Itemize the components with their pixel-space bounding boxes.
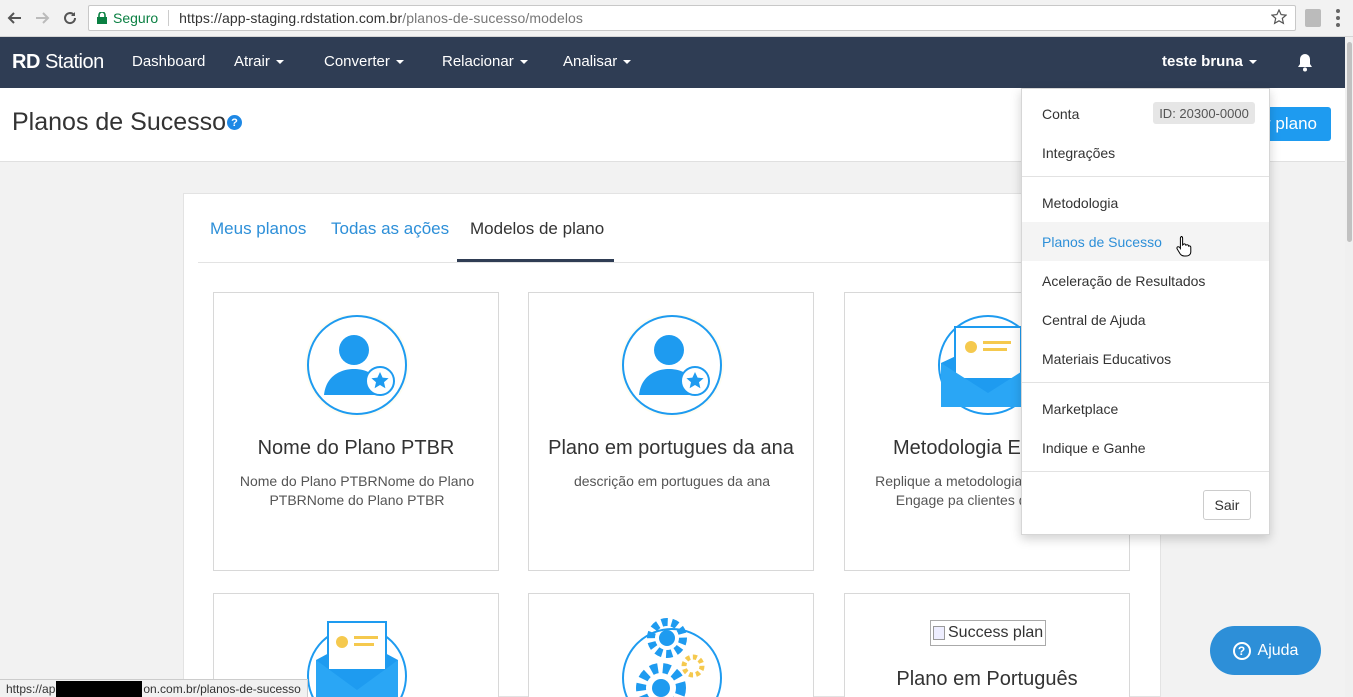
user-name: teste bruna (1162, 53, 1243, 70)
rd-station-logo[interactable]: RD Station (12, 51, 104, 74)
plan-card[interactable] (528, 593, 814, 697)
status-url-suffix: on.com.br/planos-de-sucesso (143, 681, 301, 696)
plans-panel: Meus planos Todas as ações Modelos de pl… (183, 193, 1161, 697)
forward-arrow-icon[interactable] (32, 8, 52, 28)
menu-divider (1022, 382, 1269, 383)
address-bar[interactable]: Seguro https://app-staging.rdstation.com… (88, 5, 1296, 31)
url-text[interactable]: https://app-staging.rdstation.com.br/pla… (179, 10, 583, 26)
hand-pointer-icon (1176, 235, 1192, 262)
secure-indicator[interactable]: Seguro (89, 10, 158, 26)
user-star-icon (617, 313, 727, 422)
nav-relacionar[interactable]: Relacionar (442, 53, 528, 70)
plan-card[interactable]: Success plan Plano em Português (844, 593, 1130, 697)
card-description: Nome do Plano PTBRNome do Plano PTBRNome… (239, 473, 475, 508)
menu-item-marketplace[interactable]: Marketplace (1042, 401, 1118, 417)
broken-image-icon (933, 626, 945, 640)
plan-card[interactable]: Plano em portugues da ana descrição em p… (528, 292, 814, 571)
chevron-down-icon (395, 60, 404, 65)
logo-bold: RD (12, 51, 40, 73)
nav-atrair[interactable]: Atrair (234, 53, 284, 70)
question-circle-icon: ? (1232, 641, 1251, 660)
nav-converter-label: Converter (324, 53, 390, 70)
menu-item-central-ajuda[interactable]: Central de Ajuda (1042, 312, 1146, 328)
user-dropdown-menu: Conta ID: 20300-0000 Integrações Metodol… (1021, 88, 1270, 535)
menu-divider (1022, 471, 1269, 472)
chevron-down-icon (1248, 60, 1257, 65)
menu-divider (1022, 176, 1269, 177)
browser-menu-icon[interactable] (1336, 9, 1340, 27)
user-star-icon (302, 313, 412, 422)
nav-converter[interactable]: Converter (324, 53, 404, 70)
menu-item-indique[interactable]: Indique e Ganhe (1042, 440, 1146, 456)
broken-image: Success plan (930, 620, 1046, 646)
nav-dashboard[interactable]: Dashboard (132, 53, 205, 70)
menu-item-planos-sucesso-label: Planos de Sucesso (1042, 234, 1162, 250)
user-menu[interactable]: teste bruna (1162, 53, 1257, 70)
logout-button[interactable]: Sair (1203, 490, 1251, 520)
url-path: /planos-de-sucesso/modelos (402, 10, 584, 26)
chevron-down-icon (519, 60, 528, 65)
tab-modelos[interactable]: Modelos de plano (470, 219, 604, 239)
account-id-badge: ID: 20300-0000 (1153, 102, 1255, 124)
app-navbar: RD Station Dashboard Atrair Converter Re… (0, 37, 1345, 88)
help-icon[interactable]: ? (227, 115, 242, 130)
image-alt-text: Success plan (948, 624, 1044, 641)
pdf-extension-icon[interactable] (1305, 9, 1321, 27)
menu-item-metodologia[interactable]: Metodologia (1042, 195, 1118, 211)
chevron-down-icon (275, 60, 284, 65)
redaction-block (56, 680, 143, 697)
bookmark-star-icon[interactable] (1270, 8, 1288, 28)
reload-icon[interactable] (60, 8, 80, 28)
url-host: https://app-staging.rdstation.com.br (179, 10, 403, 26)
help-button-label: Ajuda (1257, 641, 1299, 659)
tabs-bar: Meus planos Todas as ações Modelos de pl… (198, 194, 1148, 263)
menu-item-materiais[interactable]: Materiais Educativos (1042, 351, 1171, 367)
help-button[interactable]: ? Ajuda (1210, 626, 1321, 675)
secure-label: Seguro (113, 10, 159, 26)
menu-item-aceleracao[interactable]: Aceleração de Resultados (1042, 273, 1205, 289)
gears-icon (617, 616, 727, 697)
menu-item-conta[interactable]: Conta (1042, 106, 1079, 122)
browser-toolbar: Seguro https://app-staging.rdstation.com… (0, 0, 1353, 37)
card-title: Plano em portugues da ana (548, 437, 794, 459)
tab-todas-acoes[interactable]: Todas as ações (331, 219, 449, 239)
nav-atrair-label: Atrair (234, 53, 270, 70)
url-divider (168, 10, 170, 26)
card-description: descrição em portugues da ana (573, 473, 771, 489)
chevron-down-icon (623, 60, 632, 65)
nav-analisar[interactable]: Analisar (563, 53, 632, 70)
menu-item-planos-sucesso[interactable]: Planos de Sucesso (1022, 222, 1269, 261)
card-title: Nome do Plano PTBR (257, 437, 455, 459)
active-tab-indicator (457, 259, 614, 262)
nav-analisar-label: Analisar (563, 53, 618, 70)
bell-icon[interactable] (1296, 53, 1314, 77)
back-arrow-icon[interactable] (5, 8, 25, 28)
status-bar-url: https://ap on.com.br/planos-de-sucesso (0, 679, 308, 697)
nav-relacionar-label: Relacionar (442, 53, 514, 70)
card-title: Plano em Português (896, 668, 1078, 690)
envelope-icon (302, 616, 412, 697)
tab-meus-planos[interactable]: Meus planos (210, 219, 306, 239)
page-title: Planos de Sucesso (12, 108, 227, 136)
lock-icon (97, 12, 107, 24)
plan-card[interactable]: Nome do Plano PTBR Nome do Plano PTBRNom… (213, 292, 499, 571)
logo-text: Station (39, 51, 104, 73)
status-url-prefix: https://ap (6, 681, 56, 696)
menu-item-integracoes[interactable]: Integrações (1042, 145, 1115, 161)
scrollbar-thumb[interactable] (1347, 42, 1352, 242)
